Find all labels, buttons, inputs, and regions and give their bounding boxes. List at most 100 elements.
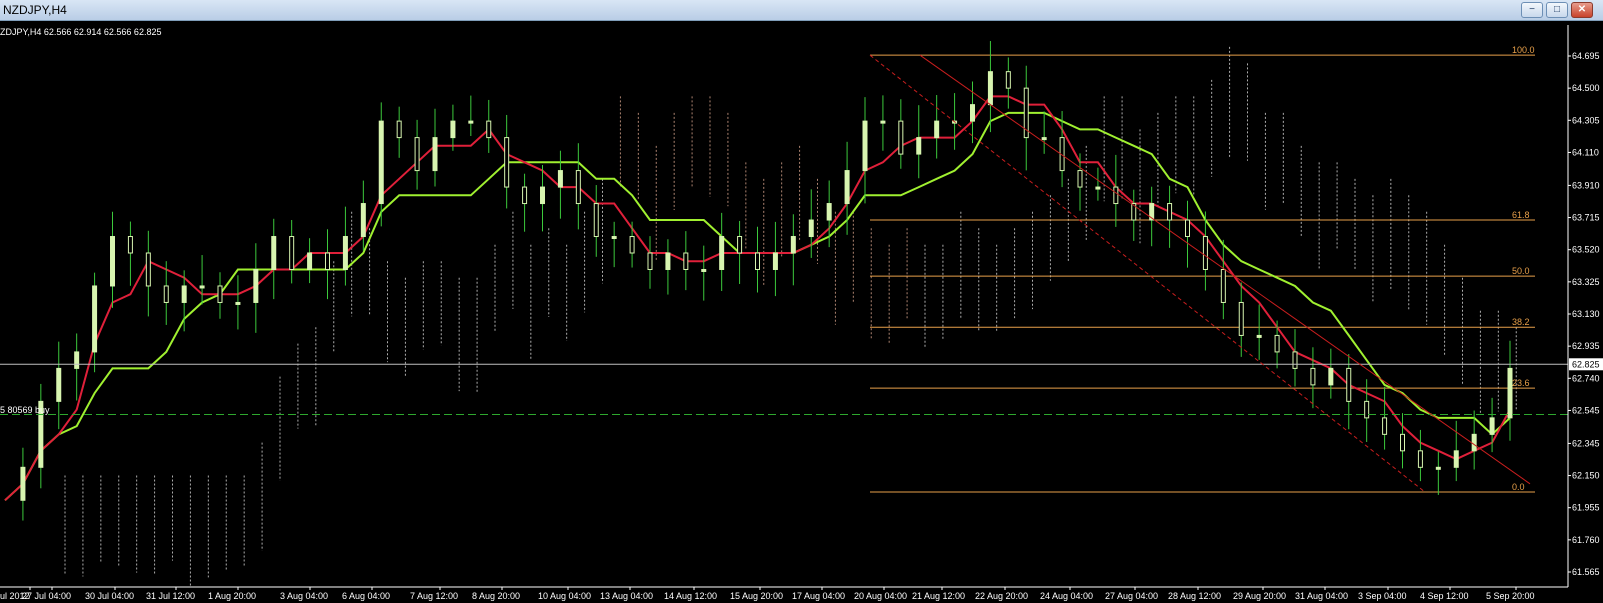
y-tick-label: 61.955 [1572, 503, 1600, 513]
chart-window: NZDJPY,H4 − □ ✕ 100.0 61.8 50.0 38.2 23.6 0.0… [0, 0, 1603, 603]
x-tick-label: 24 Aug 04:00 [1040, 591, 1093, 601]
candle-body [1382, 417, 1388, 435]
candle-body [665, 252, 671, 270]
candle-body [307, 252, 313, 270]
candle-body [737, 236, 743, 254]
candle-body [1417, 450, 1423, 468]
candle-body [92, 285, 98, 353]
candle-body [271, 236, 277, 270]
y-tick-label: 61.760 [1572, 535, 1600, 545]
candle-body [1113, 186, 1119, 205]
candle-body [414, 137, 420, 172]
maximize-button[interactable]: □ [1546, 2, 1568, 18]
kijun-line [4, 111, 1511, 502]
y-tick-label: 63.910 [1572, 180, 1600, 190]
candle-body [1364, 400, 1370, 419]
y-tick-label: 63.520 [1572, 245, 1600, 255]
y-tick-label: 64.305 [1572, 115, 1600, 125]
chart-area[interactable]: 100.0 61.8 50.0 38.2 23.6 0.0 62.825 64.695 64… [0, 21, 1603, 603]
fib-level-label: 100.0 [1512, 45, 1535, 55]
price-chart[interactable]: 100.061.850.038.223.60.0 62.825 64.69564… [0, 21, 1603, 603]
x-tick-label: 21 Aug 12:00 [912, 591, 965, 601]
candle-body [1238, 301, 1244, 336]
candle-body [432, 137, 438, 172]
x-tick-label: 8 Aug 20:00 [472, 591, 520, 601]
x-tick-label: 6 Aug 04:00 [342, 591, 390, 601]
fibonacci-retracement: 100.0 61.8 50.0 38.2 23.6 0.0 [870, 45, 1535, 493]
candle-body [56, 367, 62, 402]
y-tick-label: 63.715 [1572, 213, 1600, 223]
y-tick-label: 62.545 [1572, 405, 1600, 415]
trend-line-dashed [869, 54, 1426, 493]
candle-body [1453, 450, 1459, 468]
candle-body [181, 285, 187, 303]
candle-body [1077, 170, 1083, 188]
x-tick-label: 3 Aug 04:00 [280, 591, 328, 601]
chart-overlay: 62.825 [0, 54, 1603, 493]
candle-body [1167, 203, 1173, 221]
x-tick-label: 30 Jul 04:00 [85, 591, 134, 601]
candle-body [755, 252, 760, 270]
candle-body [1185, 219, 1190, 238]
maximize-icon: □ [1553, 4, 1561, 15]
candle-body [1489, 417, 1495, 435]
y-tick-label: 62.345 [1572, 438, 1600, 448]
title-bar[interactable]: NZDJPY,H4 − □ ✕ [0, 0, 1603, 21]
candle-body [701, 268, 707, 272]
candle-body [1274, 334, 1280, 353]
candle-body [1435, 466, 1441, 470]
candle-body [683, 252, 689, 270]
candle-body [772, 252, 778, 270]
candle-body [20, 466, 26, 501]
candle-body [647, 252, 653, 270]
x-tick-label: 28 Aug 12:00 [1168, 591, 1221, 601]
candle-body [1041, 137, 1047, 141]
candle-body [217, 285, 223, 303]
minimize-button[interactable]: − [1521, 2, 1543, 18]
candle-body [987, 71, 993, 106]
candle-body [289, 236, 295, 270]
candle-body [1095, 186, 1101, 190]
candle-body [1507, 367, 1513, 419]
close-button[interactable]: ✕ [1571, 2, 1593, 18]
candle-body [110, 236, 115, 287]
x-tick-label: 22 Aug 20:00 [975, 591, 1028, 601]
candle-body [163, 285, 169, 303]
ichimoku-cloud [64, 46, 1517, 587]
candle-body [808, 219, 814, 238]
x-tick-label: 31 Jul 12:00 [146, 591, 195, 601]
candle-body [1400, 433, 1405, 452]
fib-level-label: 38.2 [1512, 317, 1530, 327]
candle-body [1328, 367, 1334, 386]
candle-body [790, 236, 796, 254]
y-tick-label: 63.130 [1572, 309, 1600, 319]
candle-body [1292, 351, 1298, 369]
minimize-icon: − [1529, 4, 1535, 15]
current-price-label: 62.825 [1572, 359, 1600, 369]
candle-body [719, 236, 725, 270]
candle-body [199, 285, 205, 289]
candle-body [145, 252, 151, 287]
ohlc-header: ZDJPY,H4 62.566 62.914 62.566 62.825 [0, 27, 161, 37]
candle-body [880, 120, 886, 124]
candle-body [74, 351, 80, 369]
x-tick-label: 7 Aug 12:00 [410, 591, 458, 601]
candle-body [557, 170, 563, 188]
candle-body [540, 186, 545, 205]
fib-level-label: 61.8 [1512, 210, 1530, 220]
fib-level-label: 50.0 [1512, 266, 1530, 276]
candle-body [1005, 71, 1011, 89]
candle-body [611, 236, 617, 240]
x-tick-label: 15 Aug 20:00 [730, 591, 783, 601]
candle-body [522, 186, 528, 205]
candle-body [898, 120, 904, 155]
y-tick-label: 63.325 [1572, 277, 1600, 287]
candle-body [127, 236, 133, 254]
x-tick-label: 4 Sep 12:00 [1420, 591, 1469, 601]
candle-body [396, 120, 402, 139]
axes: 64.695 64.500 64.305 64.110 63.910 63.715 63.5… [0, 25, 1600, 601]
candle-body [1471, 433, 1477, 452]
fib-level-label: 0.0 [1512, 482, 1525, 492]
x-tick-label: 27 Aug 04:00 [1105, 591, 1158, 601]
candle-body [826, 203, 832, 221]
